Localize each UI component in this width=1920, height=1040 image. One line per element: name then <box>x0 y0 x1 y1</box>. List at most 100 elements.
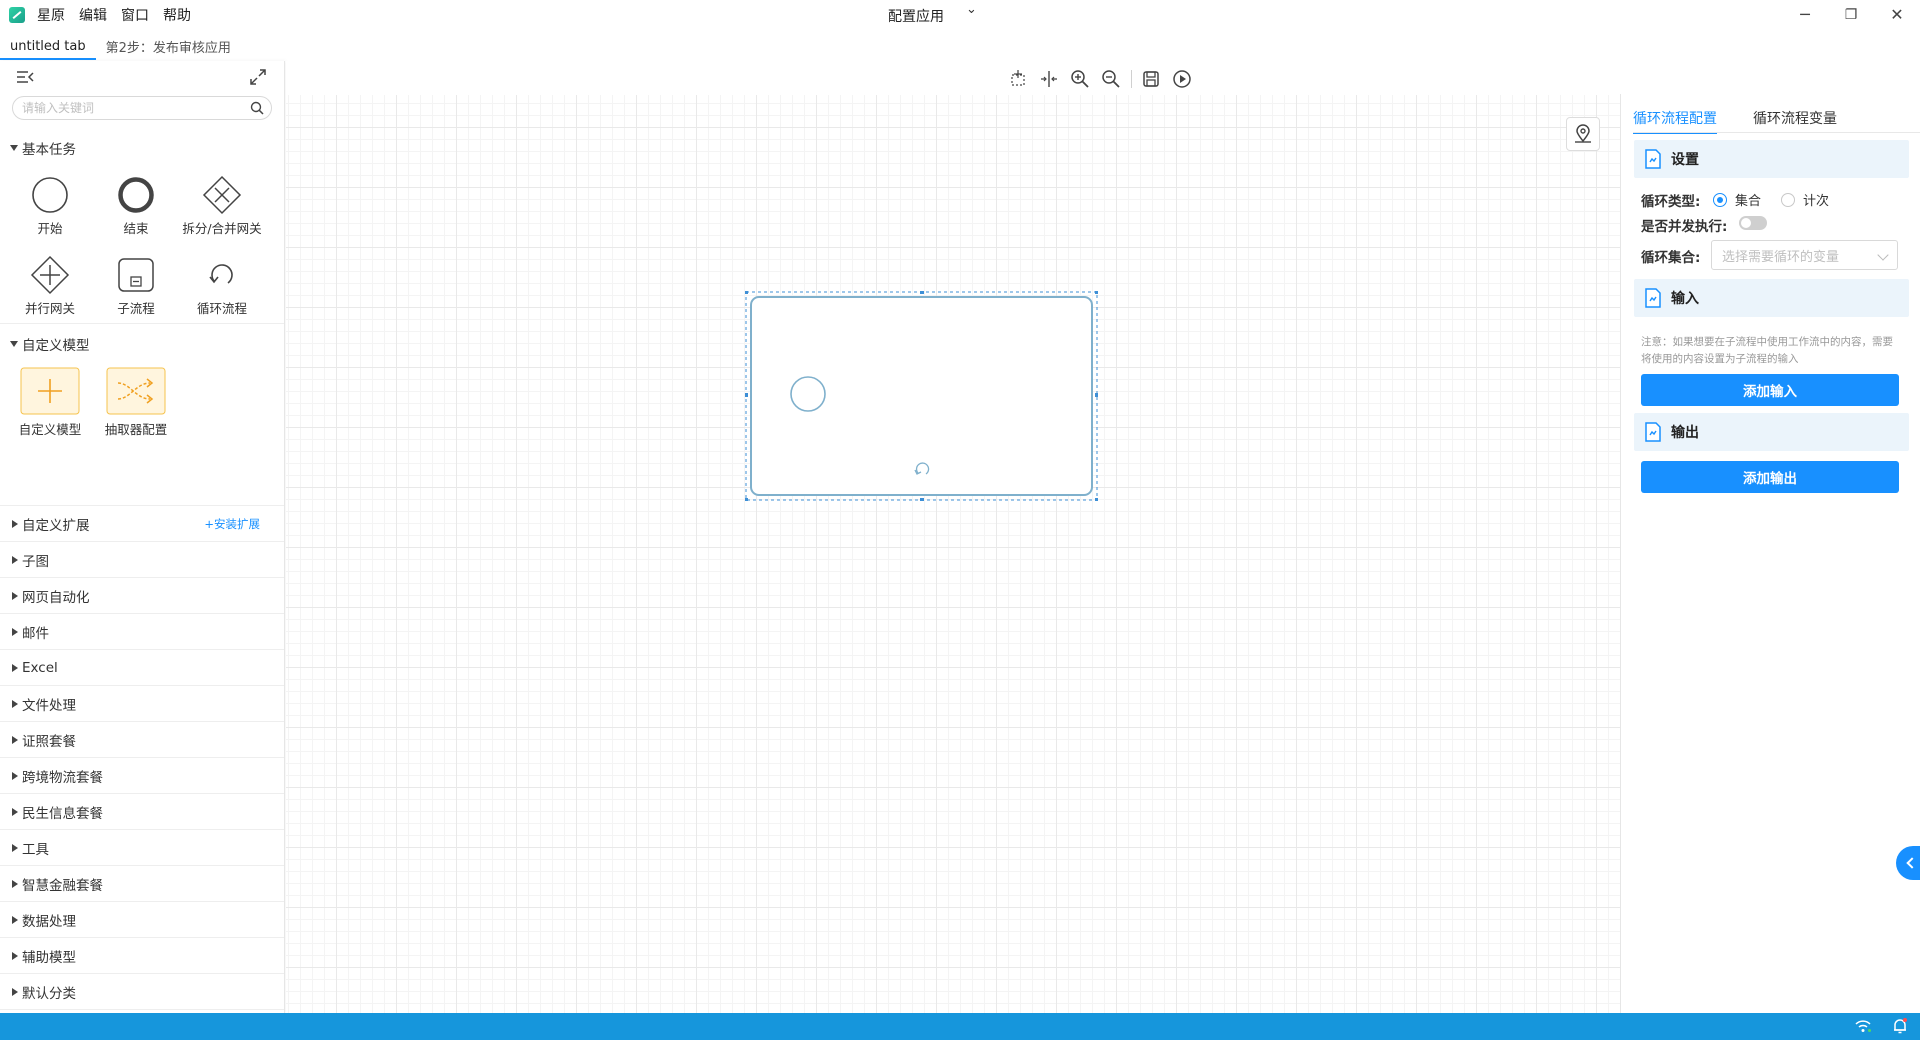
select-placeholder: 选择需要循环的变量 <box>1722 249 1840 265</box>
category-label: 默认分类 <box>22 985 76 1002</box>
category-row[interactable]: 自定义扩展 +安装扩展 <box>0 505 284 541</box>
inner-start-event[interactable] <box>790 376 826 412</box>
tool-end[interactable]: 结束 <box>93 175 179 237</box>
caret-right-icon <box>12 663 18 672</box>
document-icon <box>1645 288 1661 308</box>
subprocess-icon <box>118 258 154 292</box>
menu-window[interactable]: 窗口 <box>121 5 149 25</box>
category-row[interactable]: Excel <box>0 649 284 685</box>
add-output-button[interactable]: 添加输出 <box>1641 461 1899 493</box>
tab-loop-variables[interactable]: 循环流程变量 <box>1753 108 1837 134</box>
search-icon[interactable] <box>250 101 264 115</box>
save-icon[interactable] <box>1141 69 1161 89</box>
expand-icon[interactable] <box>249 68 267 86</box>
collection-select[interactable]: 选择需要循环的变量 <box>1711 240 1898 270</box>
split-icon[interactable] <box>1039 69 1059 89</box>
search-input[interactable] <box>13 97 243 119</box>
tool-exclusive-gateway[interactable]: 拆分/合并网关 <box>179 175 265 237</box>
component-palette: 基本任务 开始 结束 拆分/合并网关 并行网 <box>0 61 285 1013</box>
wifi-icon[interactable] <box>1854 1018 1872 1034</box>
install-extension-link[interactable]: +安装扩展 <box>204 516 260 532</box>
caret-right-icon <box>12 951 18 960</box>
parallel-gateway-icon <box>30 255 70 295</box>
canvas-toolbar <box>286 61 1620 95</box>
tool-label: 自定义模型 <box>18 422 82 437</box>
group-basic-tasks[interactable]: 基本任务 <box>10 138 76 158</box>
section-input[interactable]: 输入 <box>1634 279 1909 317</box>
group-custom-title: 自定义模型 <box>22 338 90 354</box>
section-output[interactable]: 输出 <box>1634 413 1909 451</box>
radio-label: 集合 <box>1735 194 1762 209</box>
run-icon[interactable] <box>1172 69 1192 89</box>
flow-canvas[interactable] <box>286 61 1620 1013</box>
loop-type-label: 循环类型: <box>1641 194 1701 210</box>
radio-label: 计次 <box>1803 194 1830 209</box>
category-row[interactable]: 辅助模型 <box>0 937 284 973</box>
radio-count[interactable]: 计次 <box>1781 190 1829 209</box>
tab-loop-config[interactable]: 循环流程配置 <box>1633 108 1717 134</box>
tab-step2[interactable]: 第2步：发布审核应用 <box>96 37 241 60</box>
properties-tabs: 循环流程配置 循环流程变量 <box>1633 108 1873 134</box>
zoom-out-icon[interactable] <box>1101 69 1121 89</box>
parallel-label: 是否并发执行: <box>1641 219 1728 235</box>
category-row[interactable]: 工具 <box>0 829 284 865</box>
zoom-in-icon[interactable] <box>1070 69 1090 89</box>
locate-button[interactable] <box>1566 117 1600 151</box>
category-label: 文件处理 <box>22 697 76 714</box>
collapse-sidebar-icon[interactable] <box>16 70 34 84</box>
input-note: 注意：如果想要在子流程中使用工作流中的内容，需要将使用的内容设置为子流程的输入 <box>1641 336 1893 365</box>
end-event-icon <box>118 177 154 213</box>
category-row[interactable]: 民生信息套餐 <box>0 793 284 829</box>
map-pin-icon <box>1575 124 1591 143</box>
window-title: 配置应用 <box>888 9 944 25</box>
tool-label: 并行网关 <box>24 301 75 316</box>
fit-icon[interactable] <box>1008 69 1028 89</box>
caret-right-icon <box>12 987 18 996</box>
parallel-toggle[interactable] <box>1739 216 1767 230</box>
group-custom-models[interactable]: 自定义模型 <box>10 334 90 354</box>
radio-collection[interactable]: 集合 <box>1713 190 1761 209</box>
menu-help[interactable]: 帮助 <box>163 5 191 25</box>
category-row[interactable]: 邮件 <box>0 613 284 649</box>
menu-xingyuan[interactable]: 星原 <box>37 5 65 25</box>
restore-button[interactable]: ❐ <box>1836 4 1866 26</box>
menu-edit[interactable]: 编辑 <box>79 5 107 25</box>
category-row[interactable]: 网页自动化 <box>0 577 284 613</box>
tabs-divider <box>1633 132 1920 133</box>
palette-toolbar <box>0 61 284 93</box>
shuffle-icon <box>106 367 166 415</box>
caret-right-icon <box>12 807 18 816</box>
tool-label: 抽取器配置 <box>104 422 168 437</box>
tool-subprocess[interactable]: 子流程 <box>93 255 179 317</box>
bell-icon[interactable] <box>1892 1017 1908 1035</box>
chevron-down-icon[interactable]: ⌄ <box>966 2 977 17</box>
section-settings[interactable]: 设置 <box>1634 140 1909 178</box>
category-row[interactable]: 文件处理 <box>0 685 284 721</box>
category-label: 邮件 <box>22 625 49 642</box>
minimize-button[interactable]: ─ <box>1790 4 1820 26</box>
caret-right-icon <box>12 699 18 708</box>
tool-extractor-config[interactable]: 抽取器配置 <box>93 367 179 438</box>
tool-loop-process[interactable]: 循环流程 <box>179 255 265 317</box>
category-row[interactable]: 数据处理 <box>0 901 284 937</box>
category-label: 智慧金融套餐 <box>22 877 103 894</box>
add-input-button[interactable]: 添加输入 <box>1641 374 1899 406</box>
category-label: 辅助模型 <box>22 949 76 966</box>
toolbar-divider <box>1131 70 1132 88</box>
category-row[interactable]: 智慧金融套餐 <box>0 865 284 901</box>
collection-label: 循环集合: <box>1641 250 1701 266</box>
tool-parallel-gateway[interactable]: 并行网关 <box>7 255 93 317</box>
radio-dot <box>1713 192 1727 207</box>
loop-process-node[interactable] <box>745 291 1098 501</box>
tool-custom-model[interactable]: 自定义模型 <box>7 367 93 438</box>
category-row[interactable]: 默认分类 <box>0 973 284 1009</box>
radio-dot <box>1781 192 1795 207</box>
tool-start[interactable]: 开始 <box>7 175 93 237</box>
category-row[interactable]: 子图 <box>0 541 284 577</box>
tab-untitled[interactable]: untitled tab <box>0 39 96 60</box>
close-button[interactable]: ✕ <box>1882 4 1912 26</box>
category-row[interactable]: 证照套餐 <box>0 721 284 757</box>
category-label: 跨境物流套餐 <box>22 769 103 786</box>
category-row[interactable]: 跨境物流套餐 <box>0 757 284 793</box>
caret-right-icon <box>12 771 18 780</box>
